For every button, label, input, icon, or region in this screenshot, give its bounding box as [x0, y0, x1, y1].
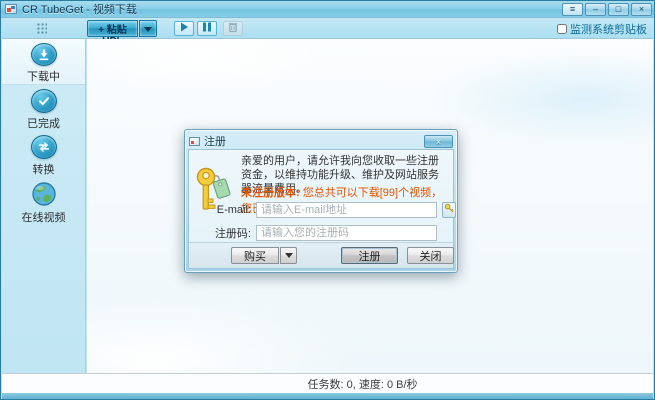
minimize-button[interactable]: –: [585, 3, 606, 16]
register-dialog: 注册 × 亲爱的用户，请允许我向您收取一些注册资金，以维持功能升: [184, 129, 458, 273]
sidebar-item-label: 已完成: [27, 115, 60, 131]
window-bottom-frame: [2, 393, 653, 399]
window-controls: ≡ – □ ×: [562, 3, 652, 16]
app-window: CR TubeGet - 视频下载 ≡ – □ × + 粘贴URL 监测系统剪贴…: [0, 0, 655, 400]
buy-dropdown-button[interactable]: [280, 247, 297, 264]
sidebar-item-label: 转换: [33, 161, 55, 177]
pause-download-button[interactable]: [197, 21, 217, 36]
chevron-down-icon: [285, 253, 293, 258]
dialog-button-bar: 购买 注册 关闭: [189, 242, 453, 268]
dialog-title: 注册: [204, 133, 424, 149]
clipboard-monitor-toggle[interactable]: 监测系统剪贴板: [557, 21, 647, 37]
clipboard-checkbox-label: 监测系统剪贴板: [570, 21, 647, 37]
sidebar-item-label: 下载中: [27, 68, 60, 84]
code-label: 注册码:: [189, 225, 251, 241]
sidebar-item-downloading[interactable]: 下载中: [2, 39, 85, 85]
sidebar: 下载中 已完成 转换 在线视频: [2, 39, 86, 373]
key-request-button[interactable]: [442, 202, 456, 218]
buy-button[interactable]: 购买: [231, 247, 279, 264]
sidebar-item-completed[interactable]: 已完成: [2, 85, 85, 131]
dialog-close-icon[interactable]: ×: [424, 135, 453, 148]
check-icon: [31, 89, 57, 113]
toolbar: + 粘贴URL 监测系统剪贴板: [2, 18, 653, 39]
small-key-icon: [444, 202, 455, 217]
status-text: 任务数: 0, 速度: 0 B/秒: [237, 376, 417, 392]
play-icon: [178, 21, 190, 36]
trash-icon: [227, 21, 239, 36]
delete-task-button[interactable]: [223, 21, 243, 36]
convert-icon: [31, 135, 57, 159]
title-bar: CR TubeGet - 视频下载 ≡ – □ ×: [1, 1, 654, 18]
sidebar-item-label: 在线视频: [22, 209, 66, 225]
paste-url-dropdown-button[interactable]: [139, 20, 157, 37]
toolbar-grip-icon: [37, 23, 47, 35]
chevron-down-icon: [144, 27, 152, 32]
code-row: 注册码:: [189, 224, 453, 241]
globe-icon: [31, 181, 57, 207]
pause-icon: [201, 21, 213, 36]
dialog-icon: [189, 137, 200, 146]
close-button[interactable]: ×: [631, 3, 652, 16]
app-icon: [5, 4, 17, 14]
dialog-title-bar: 注册 ×: [188, 133, 454, 149]
start-download-button[interactable]: [174, 21, 194, 36]
warning-prefix: 未注册版本:: [241, 187, 303, 199]
email-row: E-mail:: [189, 201, 453, 218]
sidebar-item-online-video[interactable]: 在线视频: [2, 177, 85, 223]
window-title: CR TubeGet - 视频下载: [22, 1, 137, 17]
maximize-button[interactable]: □: [608, 3, 629, 16]
paste-url-button[interactable]: + 粘贴URL: [87, 20, 138, 37]
email-input[interactable]: [256, 202, 437, 218]
sidebar-item-convert[interactable]: 转换: [2, 131, 85, 177]
clipboard-checkbox[interactable]: [557, 24, 567, 34]
close-dialog-button[interactable]: 关闭: [407, 247, 454, 264]
status-bar: 任务数: 0, 速度: 0 B/秒: [2, 373, 653, 393]
email-label: E-mail:: [189, 204, 251, 216]
window-menu-button[interactable]: ≡: [562, 3, 583, 16]
dialog-body: 亲爱的用户，请允许我向您收取一些注册资金，以维持功能升级、维护及网站服务器流量费…: [188, 149, 454, 269]
register-button[interactable]: 注册: [341, 247, 398, 264]
registration-code-input[interactable]: [256, 225, 437, 241]
download-icon: [31, 43, 57, 66]
